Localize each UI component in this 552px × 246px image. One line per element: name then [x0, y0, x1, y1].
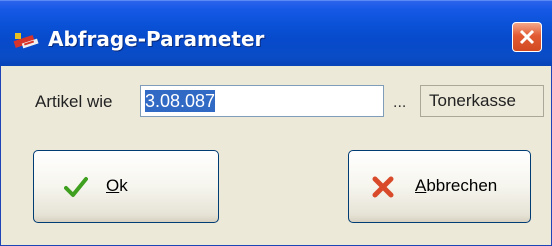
- artikel-label: Artikel wie: [35, 92, 113, 111]
- close-button[interactable]: [512, 22, 542, 52]
- cross-icon: [371, 175, 395, 199]
- title-bar[interactable]: Abfrage-Parameter: [0, 0, 552, 66]
- dialog-window: Abfrage-Parameter Artikel wie 3.08.087 .…: [0, 0, 552, 246]
- app-logo-icon: [12, 29, 42, 51]
- artikel-input[interactable]: 3.08.087: [140, 85, 384, 117]
- cancel-button-label: Abbrechen: [415, 176, 498, 195]
- article-description-field: Tonerkasse: [420, 85, 544, 117]
- cancel-button[interactable]: Abbrechen: [348, 150, 531, 223]
- ok-button[interactable]: Ok: [33, 150, 219, 223]
- browse-button[interactable]: ...: [393, 94, 406, 112]
- ok-button-label: Ok: [106, 176, 128, 195]
- checkmark-icon: [64, 175, 88, 199]
- window-title: Abfrage-Parameter: [48, 27, 265, 51]
- artikel-input-value: 3.08.087: [145, 90, 216, 112]
- close-icon: [519, 29, 535, 45]
